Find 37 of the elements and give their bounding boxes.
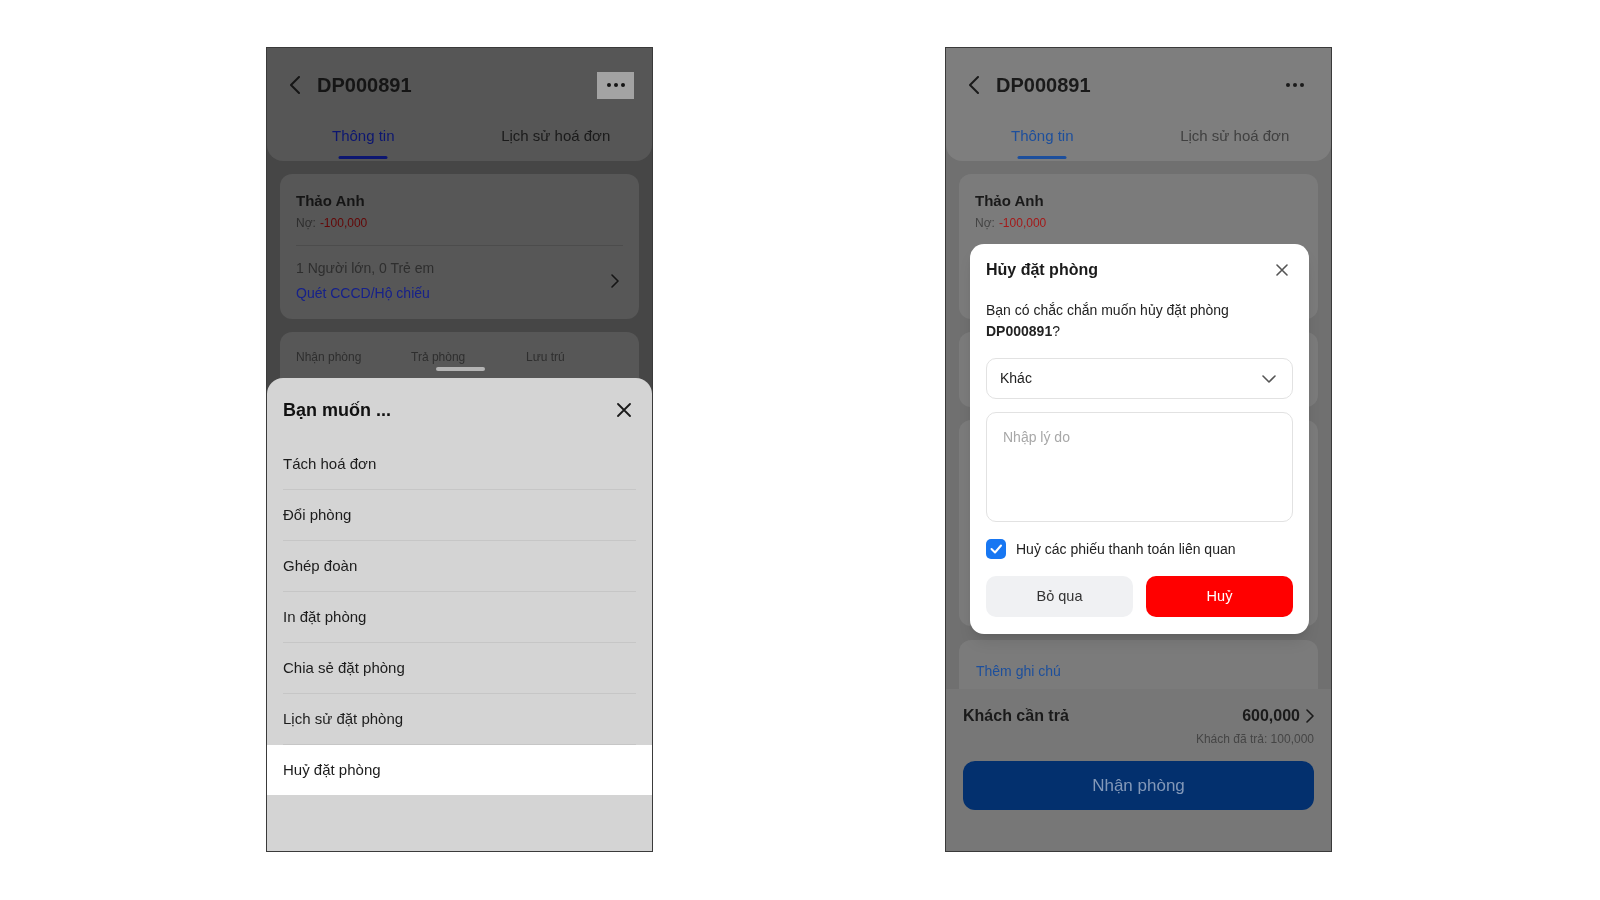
reason-dropdown[interactable]: Khác <box>986 358 1293 399</box>
confirm-cancel-button[interactable]: Huỷ <box>1146 576 1293 617</box>
more-icon <box>606 83 625 87</box>
menu-item[interactable]: Đổi phòng <box>267 490 652 540</box>
screen-title: DP000891 <box>996 73 1091 98</box>
menu-item[interactable]: Lịch sử đặt phòng <box>267 694 652 744</box>
check-in-button[interactable]: Nhận phòng <box>963 761 1314 810</box>
screen-title: DP000891 <box>317 73 412 98</box>
guest-name: Thảo Anh <box>296 191 366 211</box>
menu-item[interactable]: In đặt phòng <box>267 592 652 642</box>
check-icon <box>989 544 1003 554</box>
debt-amount: -100,000 <box>998 215 1047 231</box>
checkbox-label: Huỷ các phiếu thanh toán liên quan <box>1016 539 1236 559</box>
menu-item[interactable]: Tách hoá đơn <box>267 439 652 489</box>
guest-name: Thảo Anh <box>975 191 1045 211</box>
close-icon[interactable] <box>1276 264 1288 276</box>
total-amount: 600,000 <box>1242 706 1300 726</box>
drag-handle[interactable] <box>436 367 485 371</box>
dismiss-button[interactable]: Bỏ qua <box>986 576 1133 617</box>
back-icon[interactable] <box>290 76 300 94</box>
menu-item[interactable]: Huỷ đặt phòng <box>267 745 652 795</box>
total-label: Khách cần trả <box>963 706 1069 726</box>
chevron-down-icon <box>1262 374 1276 383</box>
more-icon <box>1285 83 1304 87</box>
dialog-title: Hủy đặt phòng <box>986 260 1098 280</box>
menu-item[interactable]: Chia sẻ đặt phòng <box>267 643 652 693</box>
dialog-message: Bạn có chắc chắn muốn hủy đặt phòng DP000891? <box>986 301 1230 341</box>
checkbox[interactable] <box>986 539 1006 559</box>
debt-amount: -100,000 <box>319 215 368 231</box>
chevron-right-icon[interactable] <box>611 273 619 288</box>
menu-item[interactable]: Ghép đoàn <box>267 541 652 591</box>
reason-field[interactable]: Nhập lý do <box>986 412 1293 522</box>
sheet-title: Bạn muốn ... <box>283 399 391 422</box>
back-icon[interactable] <box>969 76 979 94</box>
close-icon[interactable] <box>617 403 631 417</box>
chevron-right-icon[interactable] <box>1306 709 1314 723</box>
more-button[interactable] <box>597 71 634 99</box>
